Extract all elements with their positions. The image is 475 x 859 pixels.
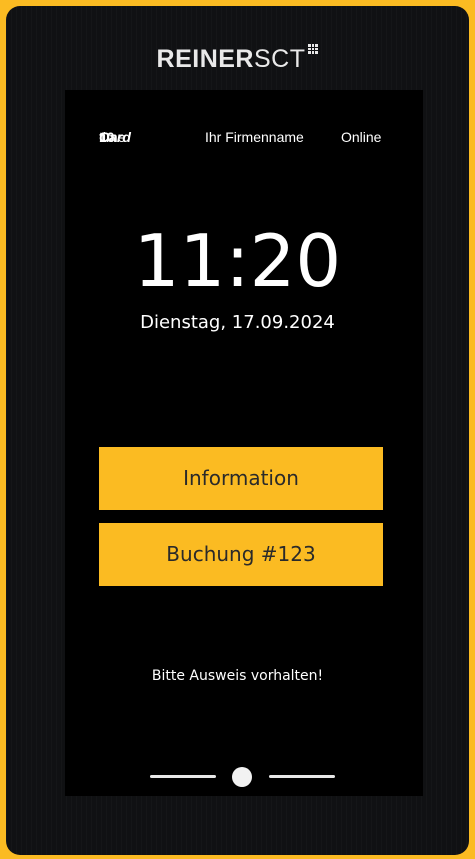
terminal-device: REINERSCT time Card 10 Ihr Firmenname Onl… [6, 6, 469, 855]
clock-date: Dienstag, 17.09.2024 [140, 312, 335, 333]
brand-name-bold: REINER [156, 45, 254, 73]
brand-logo: REINERSCT [6, 42, 469, 76]
company-name: Ihr Firmenname [205, 129, 304, 145]
reiner-sct-logo-icon [308, 44, 319, 54]
brand-name-light: SCT [253, 45, 306, 73]
connection-status: Online [341, 129, 382, 145]
home-indicator-right-line [269, 775, 335, 778]
home-indicator-icon[interactable] [232, 767, 252, 787]
display-screen [65, 90, 423, 796]
information-button[interactable]: Information [99, 447, 383, 510]
booking-button[interactable]: Buchung #123 [99, 523, 383, 586]
card-prompt: Bitte Ausweis vorhalten! [151, 668, 324, 684]
clock-time: 11:20 [133, 219, 342, 303]
home-indicator-left-line [150, 775, 216, 778]
app-version: 10 [99, 129, 115, 145]
